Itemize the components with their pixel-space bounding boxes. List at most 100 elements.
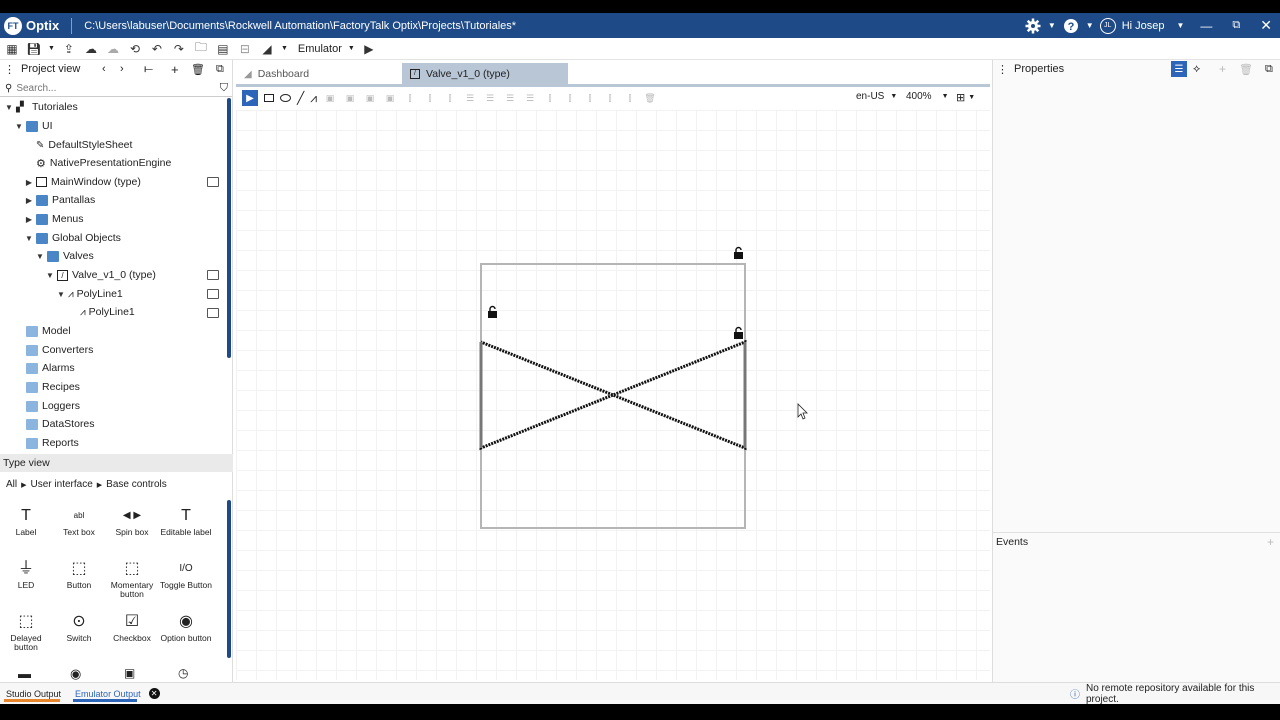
plc-icon[interactable]: ◢: [259, 41, 275, 57]
bring-front-icon[interactable]: ▣: [323, 92, 337, 104]
instance-button[interactable]: [207, 308, 219, 318]
control-button[interactable]: ⬚ Button: [53, 557, 105, 590]
valve-polyline[interactable]: [479, 339, 747, 451]
control-led[interactable]: ⏚ LED: [0, 557, 52, 590]
chevron-down-icon[interactable]: ▼: [1048, 21, 1056, 30]
delete-icon[interactable]: 🗑︎: [191, 63, 205, 76]
polyline-tool-icon[interactable]: ⩘: [310, 91, 317, 106]
align-top-icon[interactable]: ☰: [463, 92, 477, 104]
lock-icon[interactable]: [734, 246, 743, 260]
tree-item-recipes[interactable]: Recipes: [14, 378, 80, 396]
control-toggle-button[interactable]: I/O Toggle Button: [160, 557, 212, 590]
align-right-icon[interactable]: ⫿: [443, 92, 457, 104]
breadcrumb-item[interactable]: All: [6, 479, 17, 490]
close-icon[interactable]: ✕: [1260, 17, 1272, 34]
tree-item-ui[interactable]: ▼ UI: [14, 117, 52, 135]
control-momentary-button[interactable]: ⬚ Momentary button: [106, 557, 158, 599]
distribute-h-icon[interactable]: ☰: [523, 92, 537, 104]
delete-icon[interactable]: 🗑︎: [1239, 63, 1253, 76]
tree-item-pantallas[interactable]: ▶ Pantallas: [24, 191, 95, 209]
align-middle-icon[interactable]: ☰: [483, 92, 497, 104]
lock-icon[interactable]: [734, 326, 743, 340]
locale-selector[interactable]: en-US ▼: [856, 91, 897, 102]
library-icon[interactable]: ▤: [215, 41, 231, 57]
chevron-right-icon[interactable]: ▶: [24, 196, 34, 205]
gauge-control-icon[interactable]: ◉: [70, 666, 81, 682]
instance-button[interactable]: [207, 270, 219, 280]
grid-options[interactable]: ⊞ ▼: [956, 91, 975, 104]
project-tree-scrollbar[interactable]: [227, 98, 231, 358]
ellipse-tool-icon[interactable]: [280, 94, 291, 102]
chevron-down-icon[interactable]: ▼: [4, 103, 14, 112]
chevron-down-icon[interactable]: ▼: [56, 290, 66, 299]
tree-item-tutoriales[interactable]: ▼ ▞ Tutoriales: [4, 98, 78, 116]
add-icon[interactable]: +: [1267, 535, 1274, 549]
search-input[interactable]: [16, 82, 207, 94]
control-checkbox[interactable]: ☑ Checkbox: [106, 610, 158, 643]
distribute-v-icon[interactable]: ⫿: [543, 92, 557, 104]
network-icon[interactable]: ⊟: [237, 41, 253, 57]
rectangle-tool-icon[interactable]: [264, 94, 274, 102]
tree-item-converters[interactable]: Converters: [14, 341, 93, 359]
same-size-icon[interactable]: ⫿: [603, 92, 617, 104]
align-bottom-icon[interactable]: ☰: [503, 92, 517, 104]
chevron-right-icon[interactable]: ▶: [24, 178, 34, 187]
chevron-down-icon[interactable]: ▼: [14, 122, 24, 131]
tree-item-mainwindow[interactable]: ▶ MainWindow (type): [24, 173, 141, 191]
close-output-icon[interactable]: ✕: [148, 688, 160, 699]
user-avatar[interactable]: JL: [1099, 17, 1116, 34]
control-delayed-button[interactable]: ⬚ Delayed button: [0, 610, 52, 652]
tree-item-valve-type[interactable]: ▼ / Valve_v1_0 (type): [45, 266, 156, 284]
settings-gear-icon[interactable]: [1024, 17, 1042, 35]
align-left-icon[interactable]: ⫿: [403, 92, 417, 104]
collapse-all-icon[interactable]: ⟝: [144, 63, 153, 76]
help-icon[interactable]: ?: [1062, 17, 1080, 35]
tab-valve-type[interactable]: / Valve_v1_0 (type): [402, 63, 568, 85]
delete-icon[interactable]: 🗑︎: [643, 92, 657, 104]
send-backward-icon[interactable]: ▣: [363, 92, 377, 104]
add-icon[interactable]: +: [1219, 62, 1226, 76]
tree-item-global-objects[interactable]: ▼ Global Objects: [24, 229, 121, 247]
emulator-selector[interactable]: Emulator: [298, 43, 342, 55]
drag-handle-icon[interactable]: ⋮: [4, 63, 15, 76]
add-icon[interactable]: +: [171, 62, 179, 77]
copy-icon[interactable]: ⧉: [216, 63, 224, 76]
tree-item-defaultstylesheet[interactable]: ✎ DefaultStyleSheet: [26, 136, 132, 154]
lock-icon[interactable]: [488, 305, 497, 319]
tab-dashboard[interactable]: ◢ Dashboard: [236, 63, 402, 85]
dynamic-link-icon[interactable]: ⟡: [1193, 63, 1200, 76]
list-view-icon[interactable]: ☰: [1171, 61, 1187, 77]
type-view-scrollbar[interactable]: [227, 500, 231, 658]
control-editable-label[interactable]: T Editable label: [160, 504, 212, 537]
chevron-down-icon[interactable]: ▼: [35, 252, 45, 261]
download-cloud-icon[interactable]: ☁: [105, 41, 121, 57]
breadcrumb-item[interactable]: Base controls: [106, 479, 167, 490]
tab-studio-output[interactable]: Studio Output: [4, 683, 61, 705]
control-textbox[interactable]: abl Text box: [53, 504, 105, 537]
copy-icon[interactable]: ⧉: [1265, 63, 1273, 76]
same-width-icon[interactable]: ⫿: [563, 92, 577, 104]
tree-item-model[interactable]: Model: [14, 322, 71, 340]
control-label[interactable]: T Label: [0, 504, 52, 537]
same-height-icon[interactable]: ⫿: [583, 92, 597, 104]
bring-forward-icon[interactable]: ▣: [343, 92, 357, 104]
undo-icon[interactable]: ↶: [149, 41, 165, 57]
line-tool-icon[interactable]: ╱: [297, 91, 304, 105]
timer-control-icon[interactable]: ◷: [178, 666, 188, 680]
chevron-left-icon[interactable]: ‹: [102, 63, 106, 75]
select-pointer-icon[interactable]: ▶: [242, 90, 258, 106]
panels-icon[interactable]: ▦: [4, 41, 20, 57]
redo-icon[interactable]: ↷: [171, 41, 187, 57]
design-canvas[interactable]: [236, 110, 990, 680]
filter-icon[interactable]: ⛉: [220, 82, 228, 95]
folder-icon[interactable]: 🗀: [193, 40, 209, 57]
tree-item-loggers[interactable]: Loggers: [14, 397, 80, 415]
calendar-control-icon[interactable]: ▣: [124, 666, 135, 680]
control-option-button[interactable]: ◉ Option button: [160, 610, 212, 643]
control-switch[interactable]: ⊙ Switch: [53, 610, 105, 643]
chevron-down-icon[interactable]: ▼: [45, 271, 55, 280]
user-greeting[interactable]: Hi Josep: [1122, 20, 1165, 32]
chevron-down-icon[interactable]: ▼: [48, 45, 55, 52]
align-center-icon[interactable]: ⫿: [423, 92, 437, 104]
chevron-right-icon[interactable]: ›: [120, 63, 124, 75]
